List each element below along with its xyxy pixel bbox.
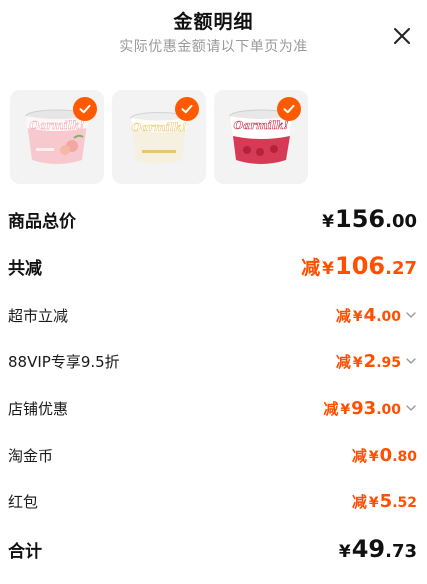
discount-label: 超市立减: [8, 306, 69, 325]
discount-label: 红包: [8, 492, 39, 511]
total-discount-label: 共减: [8, 258, 42, 279]
discount-amount: 减 ¥ 4 .00: [336, 305, 417, 326]
total-discount-amount: 减 ¥ 106 .27: [301, 252, 417, 280]
chevron-down-icon[interactable]: [405, 309, 417, 321]
goods-total-row: 商品总价 ¥ 156 .00: [0, 199, 427, 239]
currency-symbol: ¥: [352, 308, 363, 325]
discount-prefix: 减: [323, 399, 339, 418]
close-icon: [394, 28, 410, 44]
goods-total-amount: ¥ 156 .00: [322, 205, 417, 233]
discount-prefix: 减: [335, 352, 351, 371]
selected-check-icon[interactable]: [175, 97, 199, 121]
currency-symbol: ¥: [322, 212, 334, 232]
chevron-down-icon[interactable]: [405, 355, 417, 367]
sheet-title: 金额明细: [173, 11, 254, 33]
currency-symbol: ¥: [338, 542, 351, 562]
discount-amount: 减 ¥ 0 .80: [352, 445, 417, 466]
amount-integer: 93: [351, 397, 377, 419]
product-thumbnail-original[interactable]: Oarmilk!: [112, 90, 206, 184]
discount-row-88vip[interactable]: 88VIP专享9.5折 减 ¥ 2 .95: [0, 341, 427, 381]
product-thumbnail-raspberry[interactable]: Oarmilk!: [214, 90, 308, 184]
amount-decimal: .00: [385, 211, 417, 232]
amount-integer: 5: [379, 490, 393, 512]
sheet-header: 金额明细 实际优惠金额请以下单页为准: [0, 8, 427, 57]
amount-decimal: .00: [376, 308, 401, 325]
final-total-label: 合计: [8, 541, 42, 562]
discount-amount: 减 ¥ 5 .52: [352, 491, 417, 512]
amount-decimal: .52: [392, 494, 417, 511]
amount-decimal: .27: [385, 258, 417, 279]
currency-symbol: ¥: [368, 448, 379, 465]
amount-decimal: .95: [376, 354, 401, 371]
currency-symbol: ¥: [368, 494, 379, 511]
amount-decimal: .73: [385, 541, 417, 562]
final-total-amount: ¥ 49 .73: [339, 535, 417, 563]
svg-text:Oarmilk!: Oarmilk!: [234, 119, 289, 132]
currency-symbol: ¥: [352, 354, 363, 371]
amount-integer: 49: [351, 535, 386, 563]
amount-decimal: .00: [376, 401, 401, 418]
amount-integer: 4: [363, 304, 377, 326]
discount-label: 店铺优惠: [8, 399, 69, 418]
discount-label: 淘金币: [8, 446, 54, 465]
discount-prefix: 减: [351, 446, 367, 465]
discount-label: 88VIP专享9.5折: [8, 352, 120, 371]
close-button[interactable]: [390, 24, 414, 48]
amount-integer: 106: [335, 252, 386, 280]
discount-prefix: 减: [301, 257, 321, 279]
amount-integer: 0: [379, 444, 393, 466]
amount-integer: 2: [363, 350, 377, 372]
discount-amount: 减 ¥ 2 .95: [336, 351, 417, 372]
discount-prefix: 减: [335, 306, 351, 325]
svg-text:Oarmilk!: Oarmilk!: [132, 121, 187, 134]
selected-check-icon[interactable]: [277, 97, 301, 121]
total-discount-row: 共减 减 ¥ 106 .27: [0, 246, 427, 286]
price-detail-sheet: 金额明细 实际优惠金额请以下单页为准 Oarmilk! Oarmilk! Oar…: [0, 0, 427, 584]
amount-decimal: .80: [392, 448, 417, 465]
discount-amount: 减 ¥ 93 .00: [323, 398, 417, 419]
currency-symbol: ¥: [322, 259, 334, 279]
final-total-row: 合计 ¥ 49 .73: [0, 529, 427, 569]
goods-total-label: 商品总价: [8, 211, 76, 232]
selected-check-icon[interactable]: [73, 97, 97, 121]
product-thumbnail-peach[interactable]: Oarmilk!: [10, 90, 104, 184]
discount-row-taobao-coins: 淘金币 减 ¥ 0 .80: [0, 435, 427, 475]
amount-integer: 156: [335, 205, 386, 233]
discount-prefix: 减: [351, 492, 367, 511]
chevron-down-icon[interactable]: [405, 402, 417, 414]
sheet-subtitle: 实际优惠金额请以下单页为准: [119, 39, 308, 55]
discount-row-red-packet: 红包 减 ¥ 5 .52: [0, 481, 427, 521]
svg-text:Oarmilk!: Oarmilk!: [30, 119, 85, 132]
discount-row-store[interactable]: 店铺优惠 减 ¥ 93 .00: [0, 388, 427, 428]
product-thumbnails: Oarmilk! Oarmilk! Oarmilk!: [10, 90, 308, 184]
discount-row-supermarket[interactable]: 超市立减 减 ¥ 4 .00: [0, 295, 427, 335]
currency-symbol: ¥: [340, 401, 351, 418]
